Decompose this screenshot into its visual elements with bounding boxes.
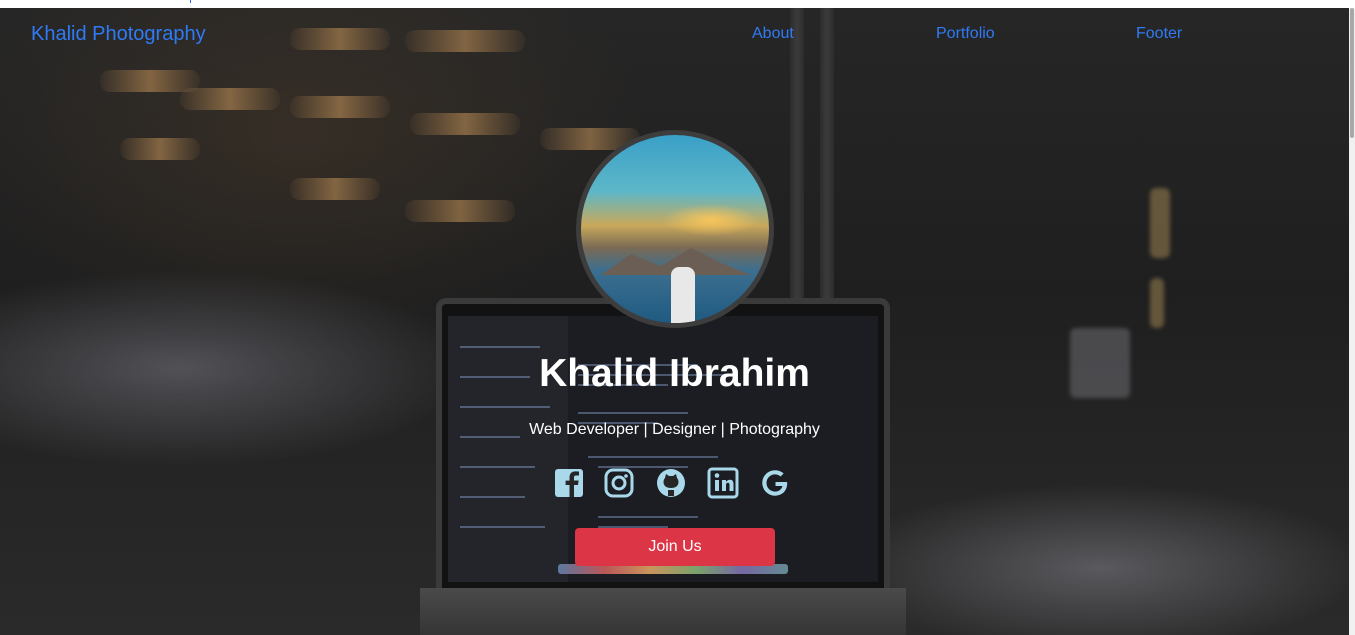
join-us-button[interactable]: Join Us (575, 528, 775, 566)
hero-subtitle: Web Developer | Designer | Photography (529, 421, 820, 438)
github-icon[interactable] (655, 466, 687, 500)
facebook-icon[interactable] (553, 466, 585, 500)
profile-avatar (576, 130, 774, 328)
laptop-keyboard (420, 588, 906, 635)
nav-link-footer[interactable]: Footer (1136, 25, 1182, 43)
hero-title: Khalid Ibrahim (539, 352, 810, 395)
page-scrollbar[interactable] (1349, 8, 1355, 635)
linkedin-icon[interactable] (707, 466, 739, 500)
instagram-icon[interactable] (603, 466, 635, 500)
nav-link-about[interactable]: About (752, 25, 794, 43)
scrollbar-thumb[interactable] (1350, 8, 1354, 138)
google-icon[interactable] (759, 466, 791, 500)
top-strip (0, 0, 1355, 8)
navbar-brand[interactable]: Khalid Photography (31, 23, 206, 46)
nav-link-portfolio[interactable]: Portfolio (936, 25, 995, 43)
